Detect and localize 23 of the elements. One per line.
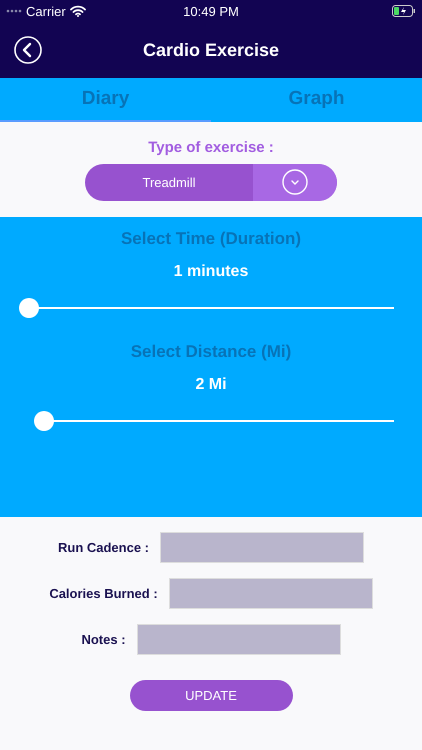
wifi-icon — [70, 5, 86, 17]
slider-title: Select Distance (Mi) — [130, 342, 292, 362]
chevron-down-icon — [282, 169, 308, 195]
input-field[interactable] — [136, 624, 341, 655]
slider-thumb[interactable] — [34, 411, 54, 431]
field-label: Run Cadence : — [58, 540, 149, 555]
carrier-name: Carrier — [26, 4, 66, 18]
exercise-dropdown[interactable]: Treadmill — [85, 164, 337, 200]
input-field[interactable] — [168, 578, 373, 609]
back-button[interactable] — [14, 36, 42, 64]
field-label: Notes : — [81, 632, 126, 647]
exercise-type-label: Type of exercise : — [148, 138, 274, 156]
input-field[interactable] — [160, 532, 364, 563]
slider-title: Select Time (Duration) — [120, 229, 302, 249]
slider-reading: 1 minutes — [174, 263, 248, 281]
slider-thumb[interactable] — [19, 298, 39, 318]
screen-title: Cardio Exercise — [142, 40, 280, 60]
slider-reading: 2 Mi — [195, 376, 227, 394]
status-time: 10:49 PM — [183, 4, 239, 18]
signal-icon — [6, 9, 22, 13]
field-label: Calories Burned : — [49, 586, 158, 601]
update-button[interactable]: UPDATE — [130, 680, 292, 711]
battery-icon — [392, 5, 416, 17]
